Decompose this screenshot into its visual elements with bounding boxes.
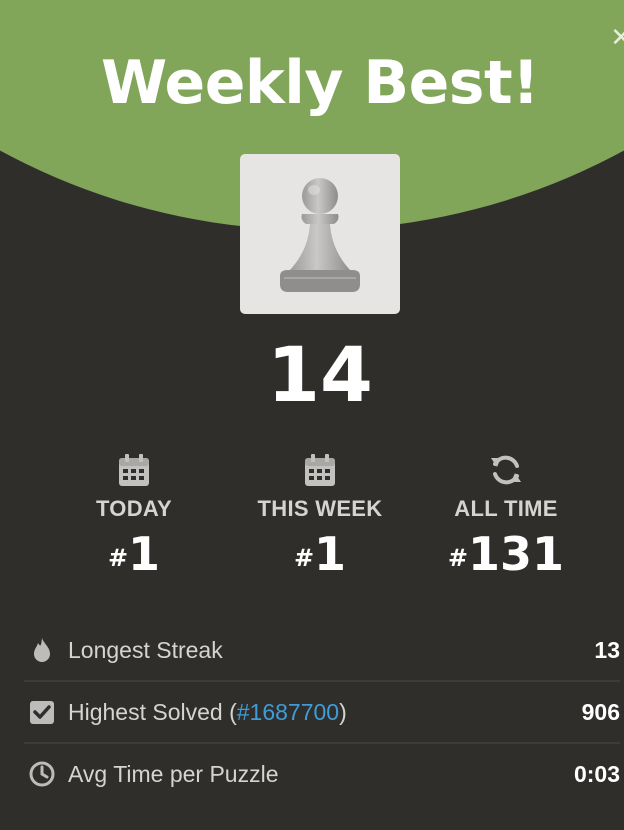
- stat-value: 13: [594, 637, 620, 663]
- puzzle-score: 14: [267, 330, 373, 419]
- rank-value: #131: [447, 527, 565, 581]
- rank-value: #1: [107, 527, 161, 581]
- rank-label: TODAY: [95, 496, 173, 521]
- flame-icon: [34, 638, 50, 662]
- stat-label: Avg Time per Puzzle: [68, 761, 279, 787]
- rank-all-time: ALL TIME #131: [406, 452, 606, 580]
- stat-label: Highest Solved (#1687700): [68, 699, 347, 725]
- calendar-icon: [119, 454, 149, 486]
- rank-today: TODAY #1: [34, 452, 234, 580]
- stat-label: Longest Streak: [68, 637, 223, 663]
- clock-icon: [29, 761, 55, 787]
- refresh-icon: [491, 455, 521, 485]
- stat-value: 906: [581, 699, 620, 725]
- page-title: Weekly Best!: [100, 48, 540, 118]
- rank-value: #1: [293, 527, 347, 581]
- stat-avg-time: Avg Time per Puzzle 0:03: [24, 742, 620, 804]
- calendar-icon: [305, 454, 335, 486]
- stat-highest-solved: Highest Solved (#1687700) 906: [24, 680, 620, 742]
- pawn-icon: [280, 178, 360, 292]
- rank-label: ALL TIME: [454, 496, 558, 521]
- weekly-best-panel: ✕ Weekly Best! 14 TODAY #1 THIS WEEK #1 …: [0, 0, 624, 830]
- stats-list: Longest Streak 13 Highest Solved (#16877…: [24, 620, 620, 804]
- checkbox-icon: [30, 701, 54, 724]
- rank-label: THIS WEEK: [257, 496, 383, 521]
- avatar: [240, 154, 400, 314]
- stat-longest-streak: Longest Streak 13: [24, 620, 620, 680]
- puzzle-link[interactable]: #1687700: [237, 699, 339, 725]
- rank-this-week: THIS WEEK #1: [220, 452, 420, 580]
- stat-value: 0:03: [573, 761, 620, 787]
